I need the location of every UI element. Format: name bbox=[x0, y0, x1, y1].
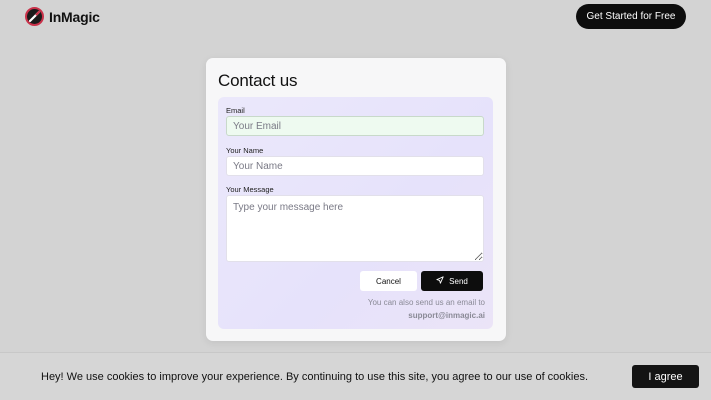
agree-button[interactable]: I agree bbox=[632, 365, 699, 388]
contact-card: Contact us Email Your Name Your Message … bbox=[206, 58, 506, 341]
contact-form: Email Your Name Your Message Cancel Send… bbox=[218, 97, 493, 329]
support-note: You can also send us an email to support… bbox=[355, 296, 485, 322]
name-field[interactable] bbox=[226, 156, 484, 176]
paper-plane-icon bbox=[436, 276, 444, 286]
cookie-message: Hey! We use cookies to improve your expe… bbox=[41, 371, 589, 383]
brand-name: InMagic bbox=[49, 8, 100, 25]
send-button[interactable]: Send bbox=[421, 271, 483, 291]
page-title: Contact us bbox=[218, 71, 298, 90]
top-bar: InMagic Get Started for Free bbox=[0, 0, 711, 34]
email-field[interactable] bbox=[226, 116, 484, 136]
get-started-button[interactable]: Get Started for Free bbox=[576, 4, 686, 29]
cookie-banner: Hey! We use cookies to improve your expe… bbox=[0, 352, 711, 400]
support-email-link[interactable]: support@inmagic.ai bbox=[408, 311, 485, 320]
message-label: Your Message bbox=[226, 185, 274, 194]
logo[interactable]: InMagic bbox=[25, 7, 100, 26]
send-label: Send bbox=[449, 276, 468, 286]
cancel-button[interactable]: Cancel bbox=[360, 271, 417, 291]
email-label: Email bbox=[226, 106, 245, 115]
support-note-text: You can also send us an email to bbox=[367, 298, 485, 307]
wand-icon bbox=[25, 7, 44, 26]
message-field[interactable] bbox=[226, 195, 484, 262]
name-label: Your Name bbox=[226, 146, 264, 155]
